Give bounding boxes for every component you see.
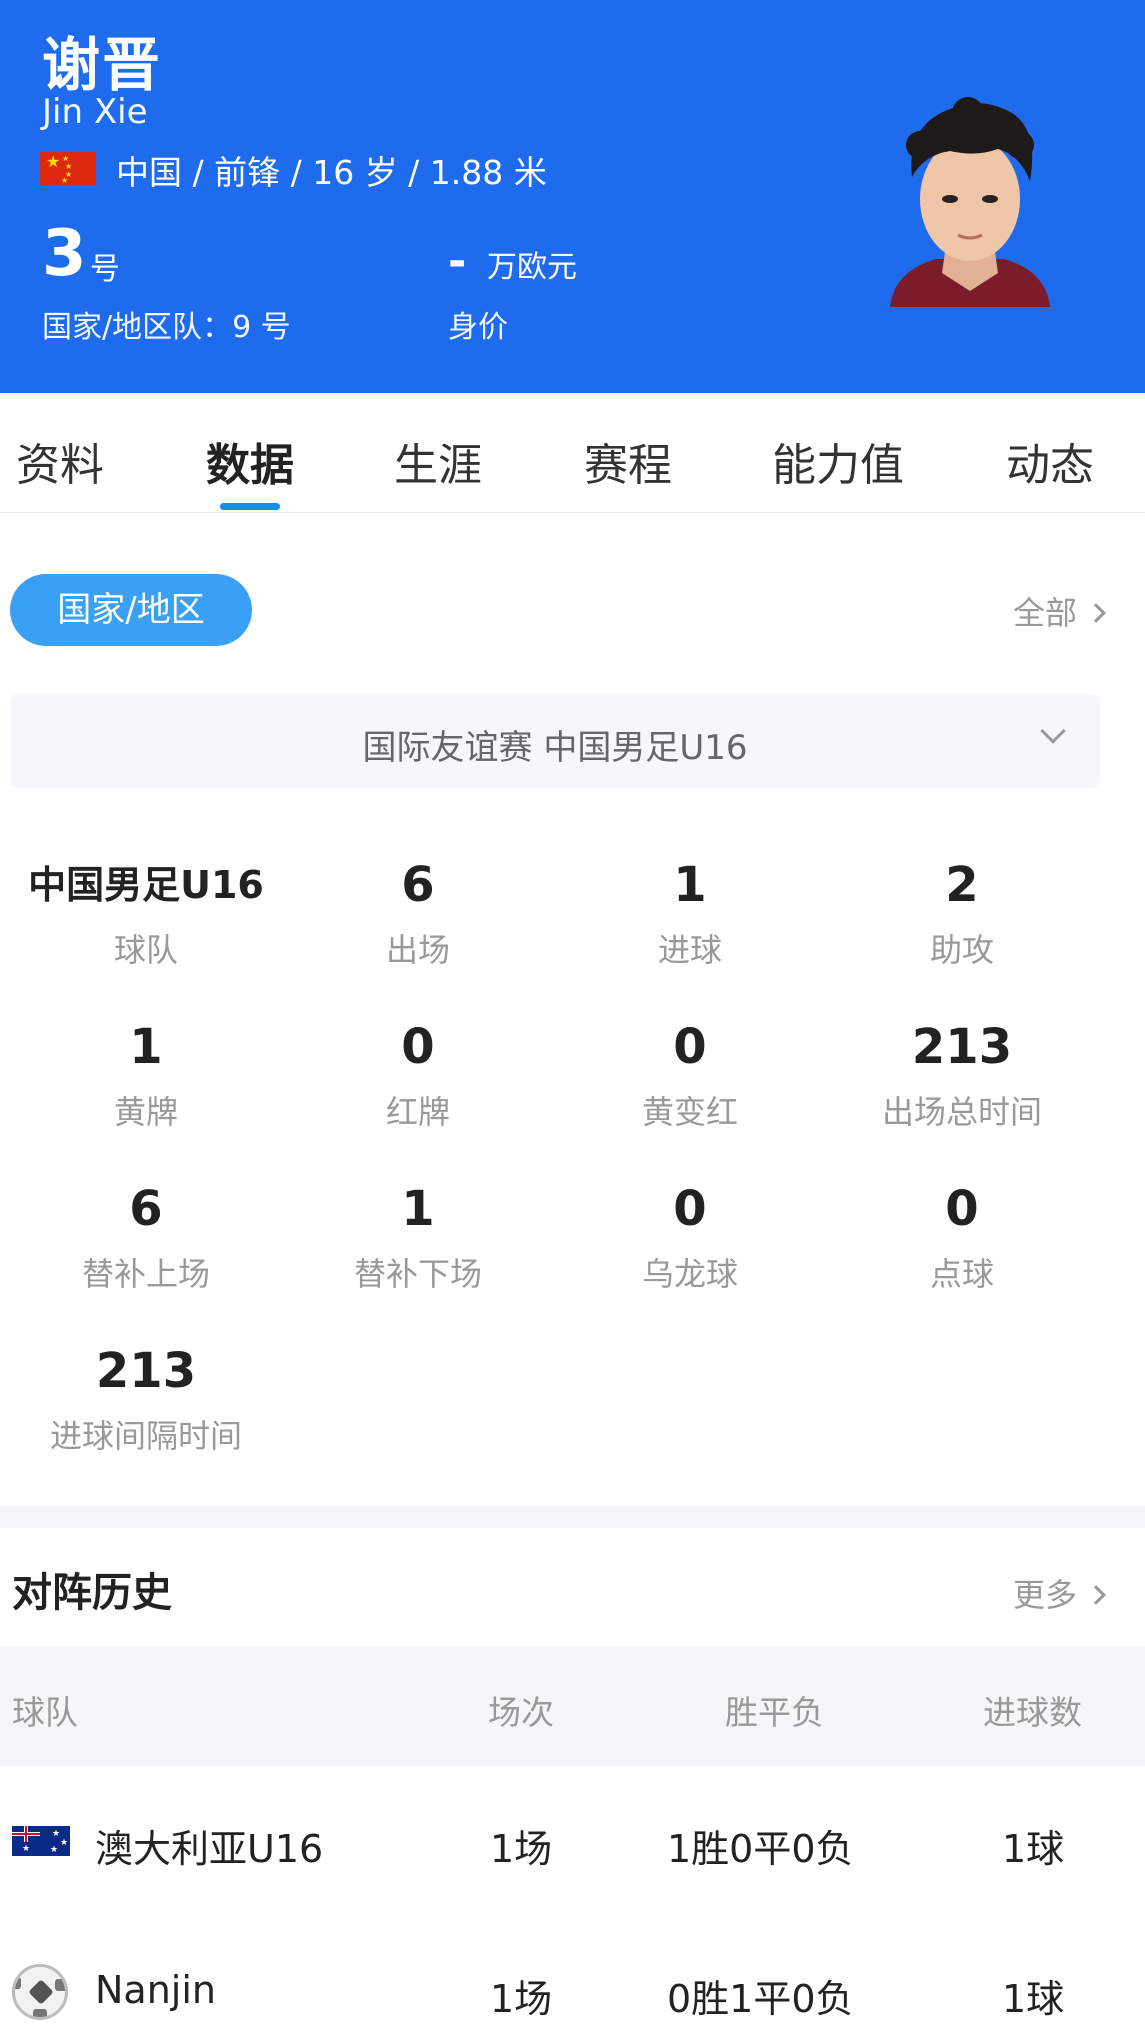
h2h-more-label: 更多	[1012, 1576, 1077, 1614]
h2h-team: 澳大利亚U16	[95, 1827, 324, 1871]
h2h-matches: 1场	[490, 1827, 553, 1871]
player-photo	[890, 97, 1050, 307]
stat-label: 替补下场	[353, 1255, 482, 1293]
stat-assists: 2 助攻	[826, 855, 1098, 971]
australia-flag-icon: ★ ★ ★ ★	[12, 1826, 70, 1856]
tab-bar: 资料 数据 生涯 赛程 能力值 动态	[0, 393, 1145, 513]
player-header: 谢晋 Jin Xie ★ ★ ★ ★ ★ 中国 / 前锋 / 16 岁 / 1.88 米…	[0, 0, 1145, 393]
market-value-label: 身价	[448, 310, 508, 345]
football-icon	[12, 1964, 68, 2020]
stat-value: 213	[95, 1343, 197, 1399]
stat-value: 0	[945, 1181, 979, 1237]
market-value-unit: 万欧元	[487, 250, 577, 285]
competition-select-value: 国际友谊赛 中国男足U16	[362, 728, 748, 768]
stat-value: 6	[401, 857, 435, 913]
stat-label: 替补上场	[81, 1255, 210, 1293]
player-meta: 中国 / 前锋 / 16 岁 / 1.88 米	[116, 153, 547, 192]
china-flag-icon: ★ ★ ★ ★ ★	[40, 152, 96, 186]
h2h-team: Nanjin	[95, 1968, 216, 2012]
stat-value: 0	[673, 1181, 707, 1237]
stat-sub-on: 6 替补上场	[10, 1179, 282, 1295]
stat-value: 1	[673, 857, 707, 913]
stat-label: 进球	[657, 931, 722, 969]
stat-minutes-per-goal: 213 进球间隔时间	[10, 1341, 282, 1457]
stat-value: 6	[129, 1181, 163, 1237]
h2h-record: 0胜1平0负	[667, 1977, 854, 2021]
tab-career[interactable]: 生涯	[394, 429, 482, 493]
h2h-goals: 1球	[1002, 1827, 1065, 1871]
stat-value: 1	[129, 1019, 163, 1075]
stat-value: 中国男足U16	[28, 863, 264, 907]
stat-goals: 1 进球	[554, 855, 826, 971]
stat-label: 点球	[929, 1255, 994, 1293]
stat-label: 球队	[113, 931, 178, 969]
chevron-right-icon	[1086, 603, 1106, 623]
h2h-table-header: 球队 场次 胜平负 进球数	[0, 1646, 1145, 1766]
col-record: 胜平负	[725, 1693, 824, 1732]
stat-label: 出场	[385, 931, 450, 969]
stat-label: 黄牌	[113, 1093, 178, 1131]
table-row[interactable]: Nanjin 1场 0胜1平0负 1球	[0, 1916, 1145, 2036]
h2h-title: 对阵历史	[12, 1570, 172, 1616]
player-name-cn: 谢晋	[42, 31, 163, 99]
col-goals: 进球数	[983, 1693, 1082, 1732]
stat-value: 0	[673, 1019, 707, 1075]
stat-own-goals: 0 乌龙球	[554, 1179, 826, 1295]
stat-penalties: 0 点球	[826, 1179, 1098, 1295]
stat-yellow-cards: 1 黄牌	[10, 1017, 282, 1133]
stat-label: 助攻	[929, 931, 994, 969]
all-link[interactable]: 全部	[1012, 588, 1106, 634]
stat-label: 出场总时间	[881, 1093, 1042, 1131]
stat-appearances: 6 出场	[282, 855, 554, 971]
stat-value: 2	[945, 857, 979, 913]
jersey-unit: 号	[90, 252, 120, 287]
stat-label: 进球间隔时间	[49, 1417, 242, 1455]
stat-value: 1	[401, 1181, 435, 1237]
chevron-right-icon	[1086, 1585, 1106, 1605]
tab-ability[interactable]: 能力值	[772, 429, 904, 493]
player-name-en: Jin Xie	[42, 92, 148, 132]
stat-second-yellow: 0 黄变红	[554, 1017, 826, 1133]
col-team: 球队	[12, 1693, 78, 1732]
stat-label: 红牌	[385, 1093, 450, 1131]
national-team-number: 国家/地区队：9 号	[42, 310, 291, 345]
stat-red-cards: 0 红牌	[282, 1017, 554, 1133]
col-matches: 场次	[488, 1693, 554, 1732]
active-tab-indicator	[220, 503, 280, 510]
stat-label: 乌龙球	[641, 1255, 738, 1293]
stat-value: 0	[401, 1019, 435, 1075]
h2h-goals: 1球	[1002, 1977, 1065, 2021]
stat-team: 中国男足U16 球队	[10, 855, 282, 971]
h2h-record: 1胜0平0负	[667, 1827, 854, 1871]
stat-total-minutes: 213 出场总时间	[826, 1017, 1098, 1133]
table-row[interactable]: ★ ★ ★ ★ 澳大利亚U16 1场 1胜0平0负 1球	[0, 1766, 1145, 1916]
section-divider	[0, 1506, 1145, 1528]
tab-schedule[interactable]: 赛程	[584, 429, 672, 493]
stat-label: 黄变红	[641, 1093, 738, 1131]
competition-select[interactable]: 国际友谊赛 中国男足U16	[10, 694, 1100, 788]
all-link-label: 全部	[1012, 594, 1077, 632]
stat-sub-off: 1 替补下场	[282, 1179, 554, 1295]
jersey-number: 3	[42, 217, 87, 291]
stat-value: 213	[911, 1019, 1013, 1075]
tab-profile[interactable]: 资料	[16, 429, 104, 493]
h2h-matches: 1场	[490, 1977, 553, 2021]
market-value: -	[448, 236, 467, 287]
scope-pill-national[interactable]: 国家/地区	[10, 574, 252, 646]
tab-stats[interactable]: 数据	[206, 429, 294, 493]
h2h-more-link[interactable]: 更多	[1012, 1570, 1106, 1616]
tab-news[interactable]: 动态	[1006, 429, 1094, 493]
